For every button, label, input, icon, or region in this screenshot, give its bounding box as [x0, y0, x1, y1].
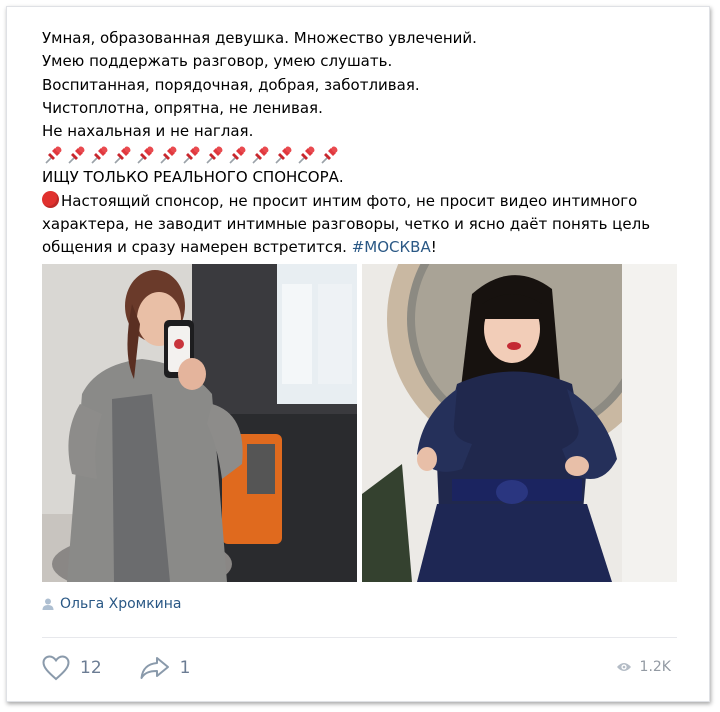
photo-1-image: [42, 264, 357, 582]
pushpin-icon: [275, 146, 292, 164]
sponsor-line-2: характера, не заводит интимные разговоры…: [42, 215, 651, 234]
pushpin-emoji-row: [42, 143, 662, 166]
photo-2[interactable]: [362, 264, 677, 582]
like-count: 12: [80, 658, 102, 678]
user-icon: [42, 598, 54, 610]
post-line-5: Не нахальная и не наглая.: [42, 122, 254, 141]
sponsor-line-3: общения и сразу намерен встретится. #МОС…: [42, 236, 662, 259]
pushpin-icon: [114, 146, 131, 164]
pushpin-icon: [298, 146, 315, 164]
like-button[interactable]: 12: [42, 655, 102, 681]
post-text: Умная, образованная девушка. Множество у…: [42, 27, 662, 260]
post-line-1: Умная, образованная девушка. Множество у…: [42, 29, 477, 47]
photo-2-image: [362, 264, 677, 582]
pushpin-icon: [91, 146, 108, 164]
pushpin-icon: [252, 146, 269, 164]
pushpin-icon: [68, 146, 85, 164]
pushpin-icon: [45, 146, 62, 164]
sponsor-line-3-text: общения и сразу намерен встретится.: [42, 238, 352, 257]
heart-icon: [42, 655, 70, 681]
hashtag-link[interactable]: #МОСКВА: [352, 238, 431, 256]
post-line-4: Чистоплотна, опрятна, не ленивая.: [42, 98, 323, 117]
post-headline: ИЩУ ТОЛЬКО РЕАЛЬНОГО СПОНСОРА.: [42, 168, 344, 187]
post-line-2: Умею поддержать разговор, умею слушать.: [42, 52, 393, 71]
post-card: Умная, образованная девушка. Множество у…: [6, 6, 710, 702]
pushpin-icon: [183, 146, 200, 164]
pushpin-icon: [137, 146, 154, 164]
pushpin-icon: [321, 146, 338, 164]
author-link[interactable]: Ольга Хромкина: [42, 596, 182, 612]
views-counter: 1.2K: [616, 659, 671, 675]
pushpin-icon: [206, 146, 223, 164]
photo-1[interactable]: [42, 264, 357, 582]
author-name: Ольга Хромкина: [60, 596, 182, 612]
sponsor-line-1: Настоящий спонсор, не просит интим фото,…: [42, 190, 662, 213]
divider: [42, 637, 677, 638]
eye-icon: [616, 663, 631, 671]
share-button[interactable]: 1: [140, 656, 191, 680]
post-actions: 12 1: [42, 655, 228, 681]
sponsor-line-1-text: Настоящий спонсор, не просит интим фото,…: [61, 191, 638, 210]
share-arrow-icon: [140, 657, 169, 679]
hashtag-suffix: !: [430, 238, 437, 257]
post-line-3: Воспитанная, порядочная, добрая, заботли…: [42, 75, 420, 94]
pushpin-icon: [229, 146, 246, 164]
views-count: 1.2K: [639, 659, 671, 675]
share-count: 1: [179, 658, 191, 678]
red-circle-emoji-icon: [42, 190, 59, 208]
pushpin-icon: [160, 146, 177, 164]
